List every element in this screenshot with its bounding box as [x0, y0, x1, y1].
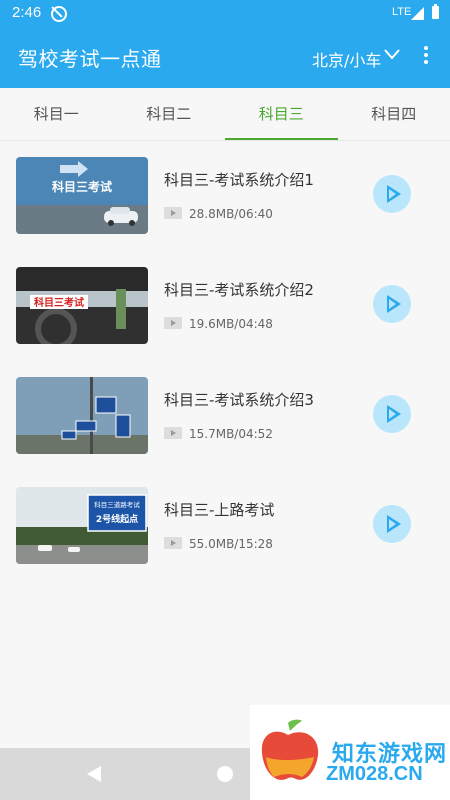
- subject-tabs: 科目一 科目二 科目三 科目四: [0, 88, 450, 141]
- status-time: 2:46: [12, 4, 42, 21]
- more-options-icon[interactable]: [420, 44, 432, 68]
- video-meta: 55.0MB/15:28: [189, 537, 273, 551]
- thumbnail-caption-2: 2号线起点: [96, 513, 138, 525]
- video-icon: [164, 537, 182, 549]
- home-icon[interactable]: [217, 766, 233, 782]
- video-meta: 19.6MB/04:48: [189, 317, 273, 331]
- video-title[interactable]: 科目三-考试系统介绍2: [164, 279, 314, 300]
- sync-icon: [51, 6, 67, 22]
- video-title[interactable]: 科目三-上路考试: [164, 499, 274, 520]
- video-thumbnail[interactable]: 科目三考试: [16, 157, 148, 234]
- city-selector[interactable]: 北京/小车: [312, 47, 381, 71]
- battery-icon: [432, 4, 439, 19]
- video-meta: 28.8MB/06:40: [189, 207, 273, 221]
- chevron-down-icon[interactable]: [384, 46, 400, 62]
- site-watermark: 知东游戏网 ZM028.CN: [250, 705, 450, 800]
- video-title[interactable]: 科目三-考试系统介绍1: [164, 169, 314, 190]
- play-button[interactable]: [373, 395, 411, 433]
- video-thumbnail[interactable]: 科目三道路考试 2号线起点: [16, 487, 148, 564]
- tab-subject-1[interactable]: 科目一: [0, 88, 113, 140]
- video-icon: [164, 207, 182, 219]
- network-type: LTE: [392, 6, 412, 18]
- watermark-url: ZM028.CN: [326, 763, 423, 785]
- thumbnail-caption: 科目三道路考试: [94, 500, 140, 509]
- video-thumbnail[interactable]: 科目三考试: [16, 267, 148, 344]
- list-item[interactable]: 科目三考试 科目三-考试系统介绍1 28.8MB/06:40: [0, 141, 450, 241]
- play-button[interactable]: [373, 175, 411, 213]
- play-button[interactable]: [373, 505, 411, 543]
- list-item[interactable]: 科目三考试 科目三-考试系统介绍2 19.6MB/04:48: [0, 251, 450, 351]
- video-thumbnail[interactable]: [16, 377, 148, 454]
- video-title[interactable]: 科目三-考试系统介绍3: [164, 389, 314, 410]
- list-item[interactable]: 科目三道路考试 2号线起点 科目三-上路考试 55.0MB/15:28: [0, 471, 450, 571]
- back-icon[interactable]: [87, 766, 101, 782]
- tab-subject-2[interactable]: 科目二: [113, 88, 226, 140]
- video-meta: 15.7MB/04:52: [189, 427, 273, 441]
- video-icon: [164, 427, 182, 439]
- thumbnail-caption: 科目三考试: [34, 296, 84, 309]
- signal-icon: [411, 7, 424, 20]
- apple-logo-icon: [261, 719, 319, 780]
- app-title: 驾校考试一点通: [18, 47, 162, 71]
- list-item[interactable]: 科目三-考试系统介绍3 15.7MB/04:52: [0, 361, 450, 461]
- play-button[interactable]: [373, 285, 411, 323]
- tab-subject-3[interactable]: 科目三: [225, 88, 338, 140]
- video-icon: [164, 317, 182, 329]
- tab-subject-4[interactable]: 科目四: [338, 88, 450, 140]
- status-bar: 2:46 LTE: [0, 0, 450, 26]
- thumbnail-caption: 科目三考试: [52, 179, 112, 194]
- app-bar: 驾校考试一点通 北京/小车: [0, 26, 450, 88]
